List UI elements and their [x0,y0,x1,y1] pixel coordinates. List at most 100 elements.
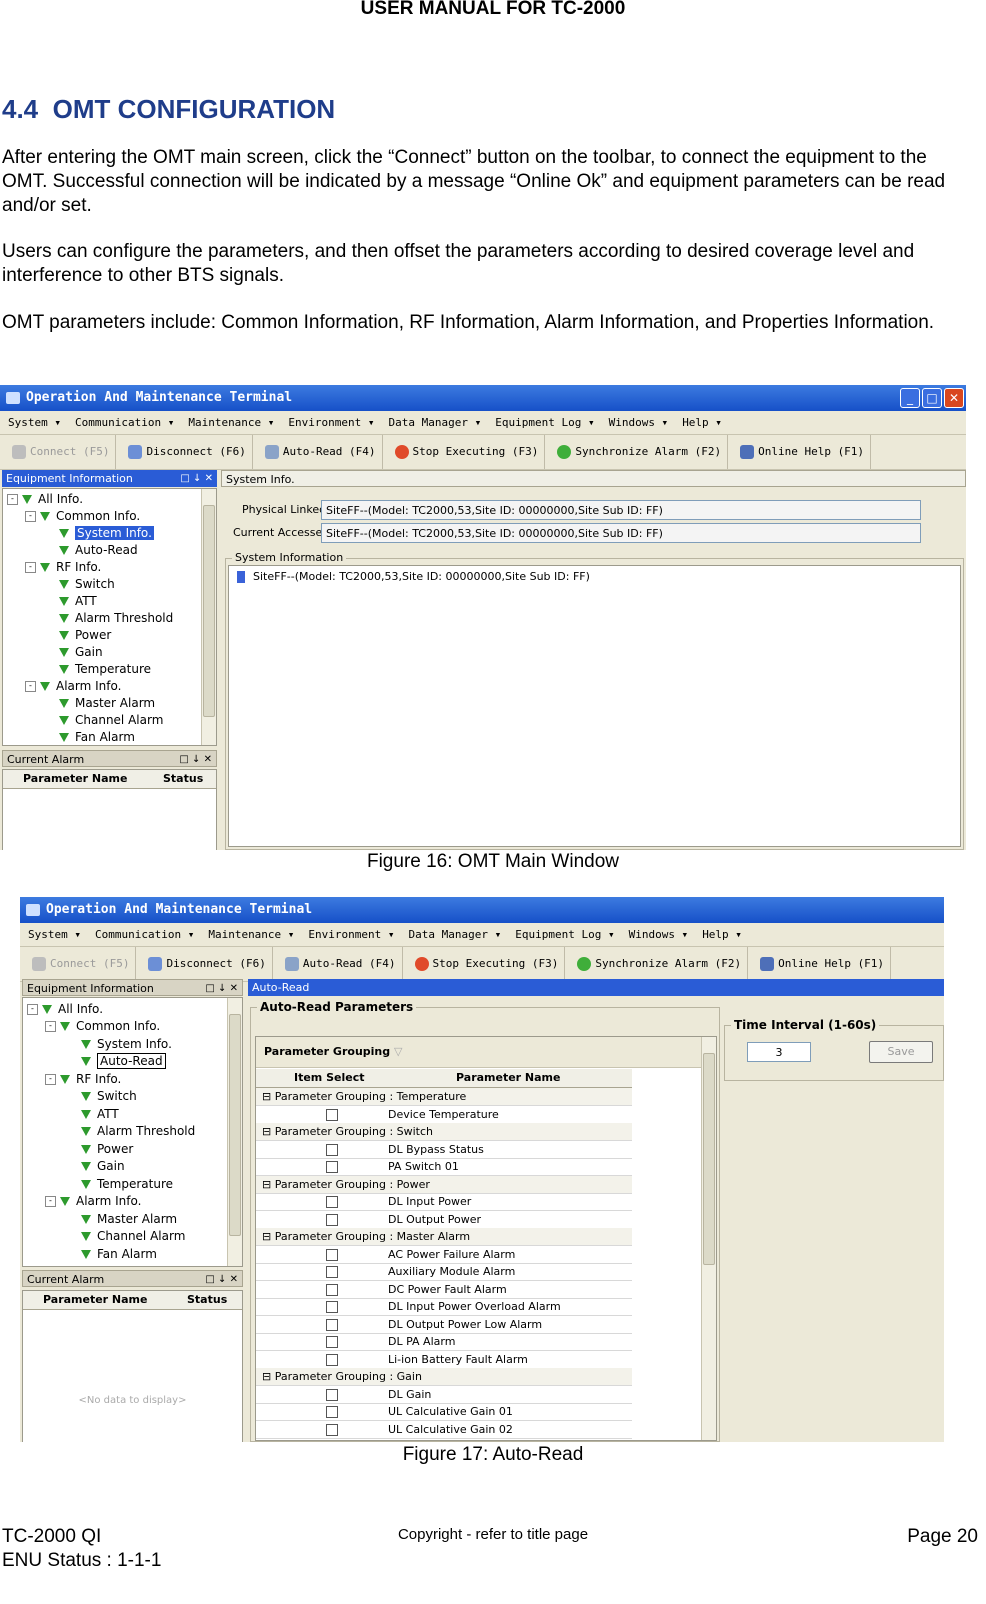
grouping-label[interactable]: Parameter Grouping [264,1045,390,1058]
item-select-checkbox[interactable] [326,1353,338,1366]
group-row[interactable]: ⊟ Parameter Grouping : Master Alarm [256,1228,632,1246]
connect-button[interactable]: Connect (F5) [26,947,137,981]
menu-communication[interactable]: Communication ▾ [75,416,174,429]
parameter-row[interactable]: DL Gain [256,1386,632,1404]
col-status[interactable]: Status [187,1291,227,1309]
stop-executing-button[interactable]: Stop Executing (F3) [409,947,566,981]
tree-alarm-threshold[interactable]: Alarm Threshold [59,611,173,625]
menu-maintenance[interactable]: Maintenance ▾ [188,416,274,429]
tree-att[interactable]: ATT [59,594,97,608]
parameter-row[interactable]: Auxiliary Module Alarm [256,1263,632,1281]
tree-system-info[interactable]: System Info. [81,1037,172,1051]
tree-all-info[interactable]: - All Info. [27,1002,103,1016]
parameter-row[interactable]: PA Switch 01 [256,1158,632,1176]
online-help-button[interactable]: Online Help (F1) [734,435,872,469]
collapse-icon[interactable]: ⊟ [262,1125,275,1138]
time-interval-input[interactable]: 3 [747,1042,811,1062]
group-row[interactable]: ⊟ Parameter Grouping : Temperature [256,1088,632,1106]
col-parameter-name[interactable]: Parameter Name [456,1069,560,1087]
item-select-checkbox[interactable] [326,1266,338,1278]
tree-power[interactable]: Power [59,628,111,642]
item-select-checkbox[interactable] [326,1196,338,1208]
tree-temperature[interactable]: Temperature [81,1177,173,1191]
tree-system-info[interactable]: System Info. [59,526,154,540]
item-select-checkbox[interactable] [326,1213,338,1226]
tree-power[interactable]: Power [81,1142,133,1156]
save-button[interactable]: Save [869,1041,933,1063]
tree-rf-info[interactable]: - RF Info. [25,560,101,574]
parameter-row[interactable]: DL Output Power Low Alarm [256,1316,632,1334]
item-select-checkbox[interactable] [326,1336,338,1348]
item-select-checkbox[interactable] [326,1423,338,1436]
online-help-button[interactable]: Online Help (F1) [754,947,892,981]
menu-maintenance[interactable]: Maintenance ▾ [208,928,294,941]
group-row[interactable]: ⊟ Parameter Grouping : Power [256,1175,632,1194]
collapse-icon[interactable]: ⊟ [262,1230,275,1243]
menu-windows[interactable]: Windows ▾ [609,416,669,429]
menu-system[interactable]: System ▾ [8,416,61,429]
parameter-row[interactable]: DL PA Alarm [256,1333,632,1351]
menu-equipment-log[interactable]: Equipment Log ▾ [515,928,614,941]
tree-alarm-info[interactable]: - Alarm Info. [25,679,121,693]
minimize-icon[interactable]: _ [900,388,920,408]
menu-environment[interactable]: Environment ▾ [308,928,394,941]
tree-alarm-info[interactable]: - Alarm Info. [45,1194,141,1208]
menu-system[interactable]: System ▾ [28,928,81,941]
parameter-row[interactable]: DL Input Power [256,1193,632,1211]
tree-gain[interactable]: Gain [81,1159,125,1173]
pane-buttons[interactable]: □ ↓ ✕ [179,751,212,768]
tree-master-alarm[interactable]: Master Alarm [59,696,155,710]
col-item-select[interactable]: Item Select [294,1069,365,1087]
parameter-row[interactable]: AC Power Failure Alarm [256,1246,632,1264]
item-select-checkbox[interactable] [326,1143,338,1156]
tree-switch[interactable]: Switch [81,1089,137,1103]
tree-common-info[interactable]: - Common Info. [25,509,140,523]
parameter-row[interactable]: Device Temperature [256,1106,632,1124]
col-parameter-name[interactable]: Parameter Name [23,770,127,788]
menu-windows[interactable]: Windows ▾ [629,928,689,941]
tree-all-info[interactable]: - All Info. [7,492,83,506]
item-select-checkbox[interactable] [326,1248,338,1261]
tree-fan-alarm[interactable]: Fan Alarm [59,730,135,744]
menu-communication[interactable]: Communication ▾ [95,928,194,941]
parameter-row[interactable]: DL Output Power [256,1211,632,1229]
tree-temperature[interactable]: Temperature [59,662,151,676]
tree-alarm-threshold[interactable]: Alarm Threshold [81,1124,195,1138]
menu-help[interactable]: Help ▾ [682,416,722,429]
filter-icon[interactable]: ▽ [394,1045,402,1058]
item-select-checkbox[interactable] [326,1318,338,1331]
parameter-row[interactable]: UL Calculative Gain 01 [256,1403,632,1421]
item-select-checkbox[interactable] [326,1406,338,1418]
parameter-row[interactable]: DL Bypass Status [256,1141,632,1159]
tree-master-alarm[interactable]: Master Alarm [81,1212,177,1226]
parameter-row[interactable]: UL Calculative Gain 02 [256,1421,632,1439]
tree-common-info[interactable]: - Common Info. [45,1019,160,1033]
tree-channel-alarm[interactable]: Channel Alarm [59,713,163,727]
param-grid-scrollbar[interactable] [701,1037,716,1440]
collapse-icon[interactable]: ⊟ [262,1370,275,1383]
system-info-tab[interactable]: System Info. [221,470,966,487]
site-node[interactable]: SiteFF--(Model: TC2000,53,Site ID: 00000… [237,570,590,583]
pane-buttons[interactable]: □ ↓ ✕ [205,1271,238,1288]
synchronize-alarm-button[interactable]: Synchronize Alarm (F2) [551,435,729,469]
parameter-row[interactable]: DL Input Power Overload Alarm [256,1298,632,1316]
tree-scrollbar[interactable] [227,998,242,1266]
auto-read-button[interactable]: Auto-Read (F4) [279,947,403,981]
item-select-checkbox[interactable] [326,1388,338,1401]
item-select-checkbox[interactable] [326,1283,338,1296]
maximize-icon[interactable]: □ [922,388,942,408]
parameter-row[interactable]: DC Power Fault Alarm [256,1281,632,1299]
menu-environment[interactable]: Environment ▾ [288,416,374,429]
pane-buttons[interactable]: □ ↓ ✕ [205,980,238,997]
col-status[interactable]: Status [163,770,203,788]
group-row[interactable]: ⊟ Parameter Grouping : Switch [256,1123,632,1141]
tree-fan-alarm[interactable]: Fan Alarm [81,1247,157,1261]
tree-auto-read[interactable]: Auto-Read [81,1053,166,1069]
menu-data-manager[interactable]: Data Manager ▾ [389,416,482,429]
disconnect-button[interactable]: Disconnect (F6) [122,435,253,469]
auto-read-tab[interactable]: Auto-Read [248,979,944,996]
tree-rf-info[interactable]: - RF Info. [45,1072,121,1086]
tree-scrollbar[interactable] [201,489,216,745]
menu-data-manager[interactable]: Data Manager ▾ [409,928,502,941]
close-icon[interactable]: ✕ [944,388,964,408]
